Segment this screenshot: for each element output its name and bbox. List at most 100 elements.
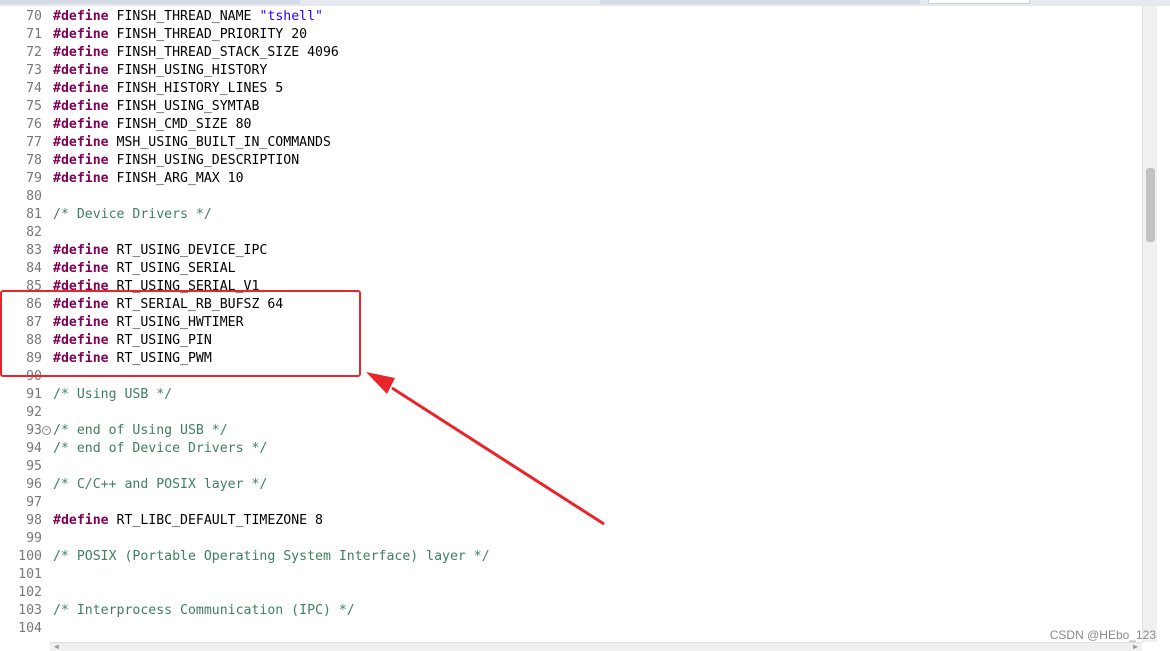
- code-token: FINSH_USING_SYMTAB: [108, 99, 260, 114]
- code-line[interactable]: 101: [0, 566, 1140, 584]
- code-text: #define RT_USING_HWTIMER: [53, 314, 244, 332]
- code-text: #define FINSH_THREAD_PRIORITY 20: [53, 26, 307, 44]
- code-line[interactable]: 87 #define RT_USING_HWTIMER: [0, 314, 1140, 332]
- code-line[interactable]: 89 #define RT_USING_PWM: [0, 350, 1140, 368]
- keyword-define: #define: [53, 297, 109, 312]
- code-line[interactable]: 96 /* C/C++ and POSIX layer */: [0, 476, 1140, 494]
- line-number: 91: [26, 387, 42, 402]
- code-line[interactable]: 95: [0, 458, 1140, 476]
- line-number: 89: [26, 351, 42, 366]
- comment: /* Device Drivers */: [53, 207, 212, 222]
- code-line[interactable]: 97: [0, 494, 1140, 512]
- keyword-define: #define: [53, 135, 109, 150]
- code-line[interactable]: 81 /* Device Drivers */: [0, 206, 1140, 224]
- line-number: 78: [26, 153, 42, 168]
- line-number: 84: [26, 261, 42, 276]
- active-editor-tab[interactable]: [928, 0, 1030, 4]
- keyword-define: #define: [53, 333, 109, 348]
- code-line[interactable]: 90: [0, 368, 1140, 386]
- code-token: RT_USING_DEVICE_IPC: [108, 243, 268, 258]
- code-token: FINSH_THREAD_NAME: [108, 9, 260, 24]
- code-text: #define FINSH_USING_SYMTAB: [53, 98, 259, 116]
- code-line[interactable]: 100 /* POSIX (Portable Operating System I…: [0, 548, 1140, 566]
- code-line[interactable]: 71 #define FINSH_THREAD_PRIORITY 20: [0, 26, 1140, 44]
- code-line[interactable]: 85 #define RT_USING_SERIAL_V1: [0, 278, 1140, 296]
- code-line[interactable]: 94 /* end of Device Drivers */: [0, 440, 1140, 458]
- code-token: FINSH_THREAD_PRIORITY 20: [108, 27, 308, 42]
- line-number: 73: [26, 63, 42, 78]
- line-number: 86: [26, 297, 42, 312]
- code-line[interactable]: 104: [0, 620, 1140, 638]
- code-line[interactable]: 102: [0, 584, 1140, 602]
- code-token: RT_USING_PWM: [108, 351, 212, 366]
- vertical-scrollbar[interactable]: [1142, 6, 1157, 642]
- comment: /* Interprocess Communication (IPC) */: [53, 603, 355, 618]
- code-line[interactable]: 74 #define FINSH_HISTORY_LINES 5: [0, 80, 1140, 98]
- keyword-define: #define: [53, 9, 109, 24]
- line-number: 94: [26, 441, 42, 456]
- keyword-define: #define: [53, 513, 109, 528]
- code-line[interactable]: 84 #define RT_USING_SERIAL: [0, 260, 1140, 278]
- code-line[interactable]: 83 #define RT_USING_DEVICE_IPC: [0, 242, 1140, 260]
- code-line[interactable]: 79 #define FINSH_ARG_MAX 10: [0, 170, 1140, 188]
- code-line[interactable]: 80: [0, 188, 1140, 206]
- code-text: /* Interprocess Communication (IPC) */: [53, 602, 355, 620]
- code-line[interactable]: 93−/* end of Using USB */: [0, 422, 1140, 440]
- fold-toggle-icon[interactable]: −: [42, 426, 51, 435]
- code-line[interactable]: 88 #define RT_USING_PIN: [0, 332, 1140, 350]
- code-token: FINSH_CMD_SIZE 80: [108, 117, 252, 132]
- code-line[interactable]: 92: [0, 404, 1140, 422]
- keyword-define: #define: [53, 27, 109, 42]
- code-line[interactable]: 103 /* Interprocess Communication (IPC) *…: [0, 602, 1140, 620]
- code-line[interactable]: 77 #define MSH_USING_BUILT_IN_COMMANDS: [0, 134, 1140, 152]
- code-token: FINSH_HISTORY_LINES 5: [108, 81, 284, 96]
- line-number: 77: [26, 135, 42, 150]
- code-line[interactable]: 76 #define FINSH_CMD_SIZE 80: [0, 116, 1140, 134]
- code-line[interactable]: 73 #define FINSH_USING_HISTORY: [0, 62, 1140, 80]
- code-line[interactable]: 82: [0, 224, 1140, 242]
- line-number: 95: [26, 459, 42, 474]
- code-text: /* Using USB */: [53, 386, 172, 404]
- code-token: FINSH_USING_HISTORY: [108, 63, 268, 78]
- code-text: #define FINSH_THREAD_STACK_SIZE 4096: [53, 44, 339, 62]
- code-editor[interactable]: 70 #define FINSH_THREAD_NAME "tshell" 71 #d…: [0, 6, 1142, 642]
- vertical-scrollbar-thumb[interactable]: [1146, 168, 1155, 242]
- line-number: 97: [26, 495, 42, 510]
- code-token: FINSH_THREAD_STACK_SIZE 4096: [108, 45, 339, 60]
- line-number: 75: [26, 99, 42, 114]
- code-line[interactable]: 99: [0, 530, 1140, 548]
- code-line[interactable]: 98 #define RT_LIBC_DEFAULT_TIMEZONE 8: [0, 512, 1140, 530]
- line-number: 79: [26, 171, 42, 186]
- code-text: /* C/C++ and POSIX layer */: [53, 476, 267, 494]
- line-number: 87: [26, 315, 42, 330]
- keyword-define: #define: [53, 243, 109, 258]
- line-number: 76: [26, 117, 42, 132]
- code-text: /* Device Drivers */: [53, 206, 212, 224]
- line-number: 104: [18, 621, 42, 636]
- line-number: 102: [18, 585, 42, 600]
- line-number: 98: [26, 513, 42, 528]
- line-number: 103: [18, 603, 42, 618]
- keyword-define: #define: [53, 45, 109, 60]
- tab-strip-segment[interactable]: [600, 0, 920, 4]
- line-number: 81: [26, 207, 42, 222]
- code-line[interactable]: 72 #define FINSH_THREAD_STACK_SIZE 4096: [0, 44, 1140, 62]
- code-line[interactable]: 91 /* Using USB */: [0, 386, 1140, 404]
- code-token: RT_USING_HWTIMER: [108, 315, 244, 330]
- code-line[interactable]: 78 #define FINSH_USING_DESCRIPTION: [0, 152, 1140, 170]
- code-text: #define RT_LIBC_DEFAULT_TIMEZONE 8: [53, 512, 323, 530]
- code-text: #define MSH_USING_BUILT_IN_COMMANDS: [53, 134, 331, 152]
- code-line[interactable]: 86 #define RT_SERIAL_RB_BUFSZ 64: [0, 296, 1140, 314]
- code-line[interactable]: 70 #define FINSH_THREAD_NAME "tshell": [0, 8, 1140, 26]
- keyword-define: #define: [53, 315, 109, 330]
- tab-strip-segment[interactable]: [0, 0, 300, 4]
- code-line[interactable]: 75 #define FINSH_USING_SYMTAB: [0, 98, 1140, 116]
- line-number: 72: [26, 45, 42, 60]
- code-text: #define RT_USING_PIN: [53, 332, 212, 350]
- code-token: RT_USING_PIN: [108, 333, 212, 348]
- code-token: RT_LIBC_DEFAULT_TIMEZONE 8: [108, 513, 323, 528]
- comment: /* POSIX (Portable Operating System Inte…: [53, 549, 490, 564]
- code-token: FINSH_USING_DESCRIPTION: [108, 153, 300, 168]
- keyword-define: #define: [53, 117, 109, 132]
- line-number: 70: [26, 9, 42, 24]
